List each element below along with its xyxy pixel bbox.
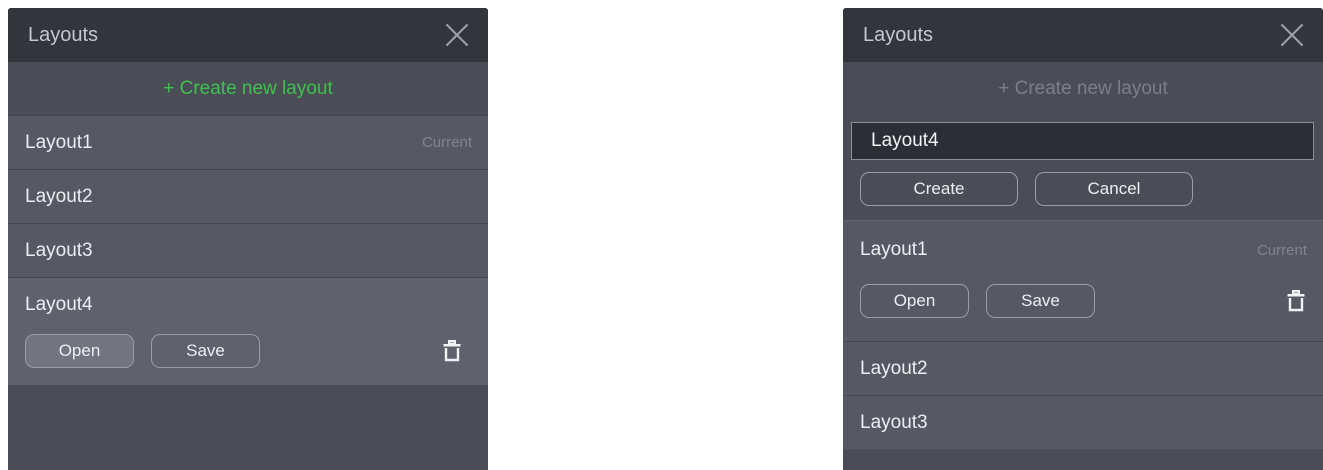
layout-name-input[interactable] xyxy=(851,122,1314,160)
current-badge: Current xyxy=(421,134,472,151)
close-icon[interactable] xyxy=(444,22,470,48)
save-button[interactable]: Save xyxy=(151,333,260,368)
layout-name: Layout3 xyxy=(25,239,93,261)
layout-item[interactable]: Layout1 Current xyxy=(8,115,488,169)
layout-item-expanded[interactable]: Layout4 Open Save xyxy=(8,277,488,385)
panel-titlebar: Layouts xyxy=(8,8,488,62)
panel-title: Layouts xyxy=(28,23,99,46)
create-new-layout-button[interactable]: + Create new layout xyxy=(8,62,488,115)
trash-icon[interactable] xyxy=(443,339,461,362)
layout-name: Layout3 xyxy=(860,411,928,433)
layout-item[interactable]: Layout2 xyxy=(843,341,1323,395)
panel-titlebar: Layouts xyxy=(843,8,1323,62)
layouts-panel-right: Layouts + Create new layout Create Cance… xyxy=(843,8,1323,470)
open-button[interactable]: Open xyxy=(860,284,969,318)
layout-item[interactable]: Layout3 xyxy=(843,395,1323,449)
layout-item-expanded[interactable]: Layout1 Current Open Save xyxy=(843,220,1323,341)
layout-name: Layout1 xyxy=(25,131,93,153)
current-badge: Current xyxy=(1256,241,1307,259)
create-button[interactable]: Create xyxy=(860,172,1018,206)
trash-icon[interactable] xyxy=(1287,290,1305,312)
cancel-button[interactable]: Cancel xyxy=(1035,172,1193,206)
layout-item[interactable]: Layout2 xyxy=(8,169,488,223)
new-layout-form: Create Cancel xyxy=(843,115,1323,220)
layout-item[interactable]: Layout3 xyxy=(8,223,488,277)
layout-name: Layout2 xyxy=(25,185,93,207)
open-button[interactable]: Open xyxy=(25,333,134,368)
layout-actions: Open Save xyxy=(843,279,1323,341)
layout-name: Layout4 xyxy=(25,293,93,315)
panel-title: Layouts xyxy=(863,23,934,46)
create-new-layout-button[interactable]: + Create new layout xyxy=(843,62,1323,115)
layout-name: Layout1 xyxy=(860,239,928,260)
layout-name: Layout2 xyxy=(860,357,928,379)
layouts-panel-left: Layouts + Create new layout Layout1 Curr… xyxy=(8,8,488,470)
layout-actions: Open Save xyxy=(8,331,488,385)
close-icon[interactable] xyxy=(1279,22,1305,48)
save-button[interactable]: Save xyxy=(986,284,1095,318)
